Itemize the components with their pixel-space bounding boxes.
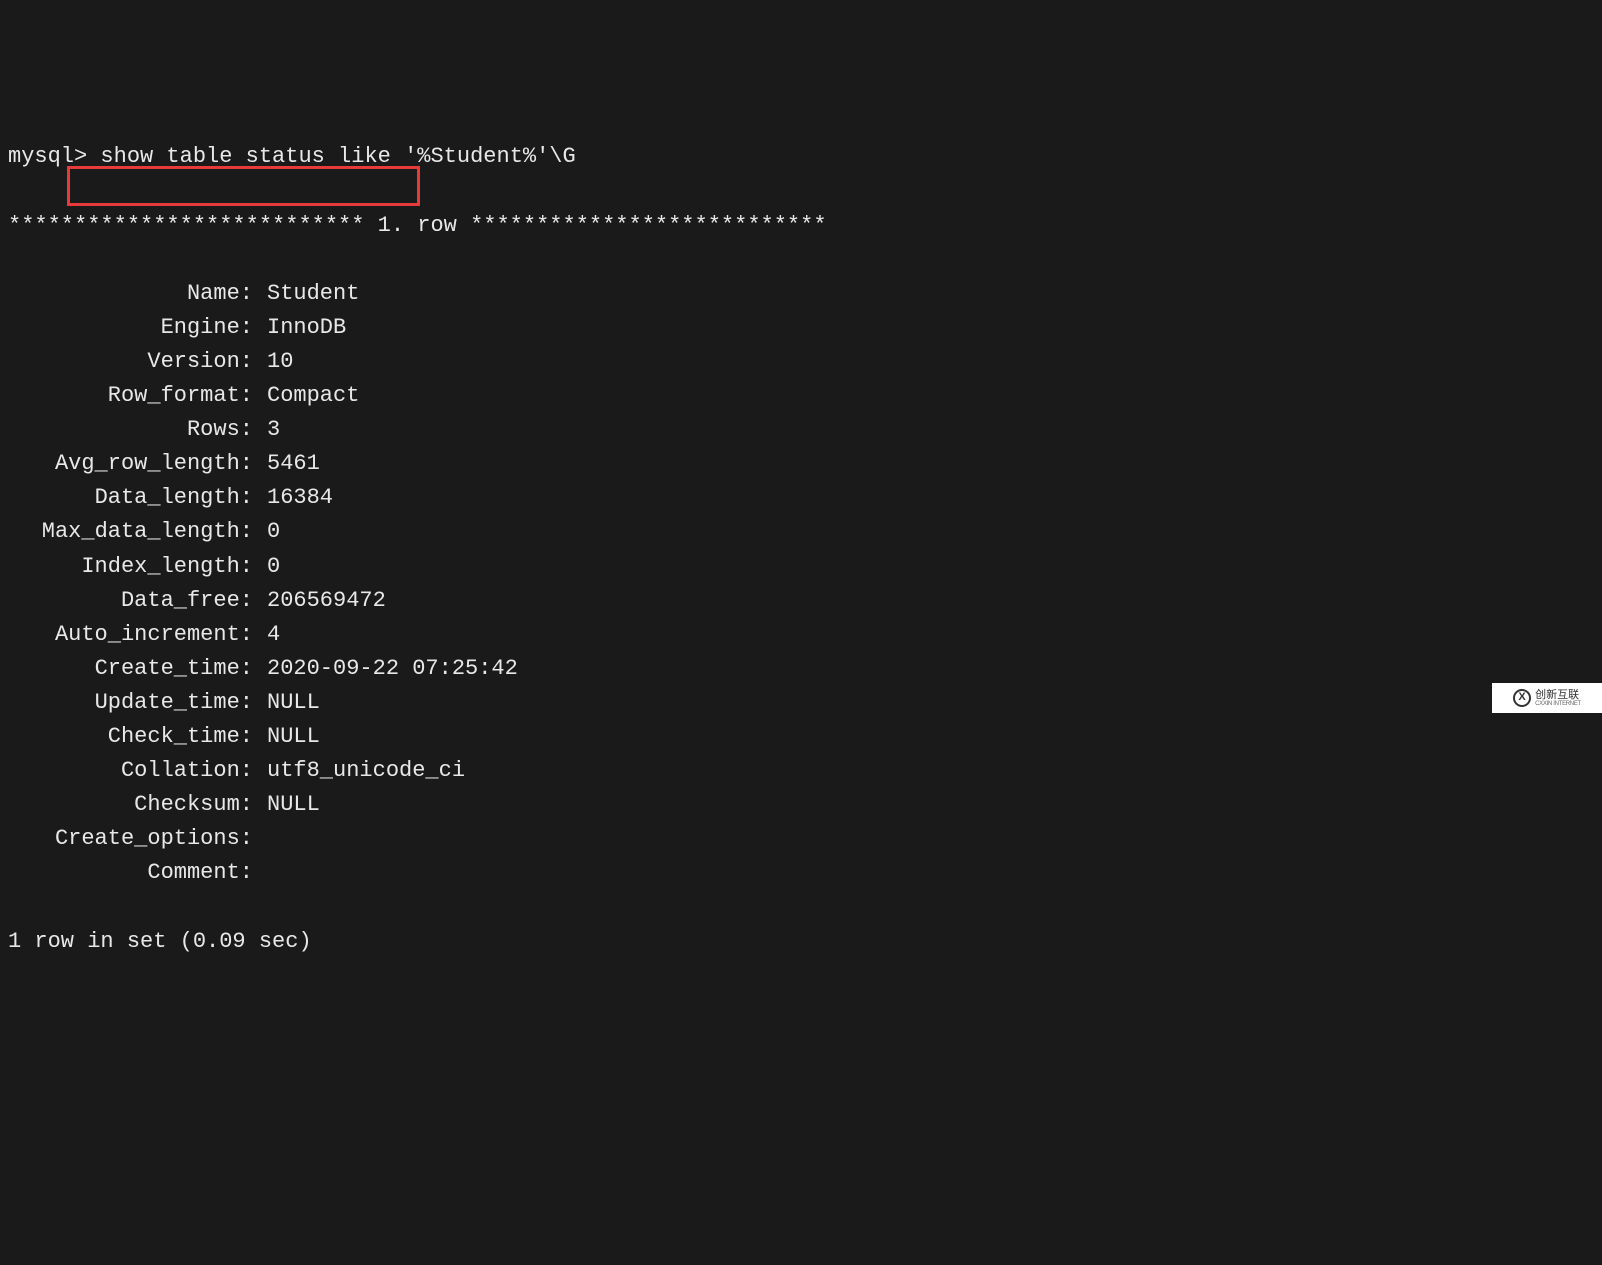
field-row: Auto_increment:4 — [8, 618, 1594, 652]
field-label: Name: — [8, 277, 253, 311]
field-row: Index_length:0 — [8, 550, 1594, 584]
field-row: Engine:InnoDB — [8, 311, 1594, 345]
field-value: 16384 — [253, 481, 333, 515]
field-row: Create_options: — [8, 822, 1594, 856]
field-row: Max_data_length:0 — [8, 515, 1594, 549]
field-row: Data_free:206569472 — [8, 584, 1594, 618]
watermark-main: 创新互联 — [1535, 690, 1581, 701]
field-row: Rows:3 — [8, 413, 1594, 447]
field-label: Auto_increment: — [8, 618, 253, 652]
field-row: Update_time:NULL — [8, 686, 1594, 720]
mysql-prompt: mysql> — [8, 144, 100, 169]
field-value: 3 — [253, 413, 280, 447]
command-text: show table status like '%Student%'\G — [100, 144, 575, 169]
field-label: Version: — [8, 345, 253, 379]
field-label: Engine: — [8, 311, 253, 345]
fields-container: Name:StudentEngine:InnoDBVersion:10Row_f… — [8, 277, 1594, 891]
field-label: Checksum: — [8, 788, 253, 822]
field-value: 206569472 — [253, 584, 386, 618]
field-value — [253, 822, 267, 856]
field-label: Index_length: — [8, 550, 253, 584]
field-label: Rows: — [8, 413, 253, 447]
field-row: Create_time:2020-09-22 07:25:42 — [8, 652, 1594, 686]
field-label: Comment: — [8, 856, 253, 890]
field-value — [253, 856, 267, 890]
field-label: Collation: — [8, 754, 253, 788]
field-value: 4 — [253, 618, 280, 652]
field-label: Row_format: — [8, 379, 253, 413]
watermark-icon: X — [1513, 689, 1531, 707]
field-row: Data_length:16384 — [8, 481, 1594, 515]
field-row: Collation:utf8_unicode_ci — [8, 754, 1594, 788]
field-row: Name:Student — [8, 277, 1594, 311]
field-value: Student — [253, 277, 359, 311]
field-label: Create_options: — [8, 822, 253, 856]
field-label: Data_free: — [8, 584, 253, 618]
field-value: 5461 — [253, 447, 320, 481]
watermark-text: 创新互联 CXXIN INTERNET — [1535, 690, 1581, 707]
field-value: utf8_unicode_ci — [253, 754, 465, 788]
field-value: 0 — [253, 550, 280, 584]
field-value: NULL — [253, 720, 320, 754]
field-label: Update_time: — [8, 686, 253, 720]
field-label: Data_length: — [8, 481, 253, 515]
field-row: Version:10 — [8, 345, 1594, 379]
field-value: Compact — [253, 379, 359, 413]
field-label: Check_time: — [8, 720, 253, 754]
field-value: 2020-09-22 07:25:42 — [253, 652, 518, 686]
field-value: 10 — [253, 345, 293, 379]
field-row: Comment: — [8, 856, 1594, 890]
field-value: 0 — [253, 515, 280, 549]
watermark-logo: X 创新互联 CXXIN INTERNET — [1492, 683, 1602, 713]
command-line: mysql> show table status like '%Student%… — [8, 140, 1594, 174]
field-row: Avg_row_length:5461 — [8, 447, 1594, 481]
field-value: InnoDB — [253, 311, 346, 345]
field-value: NULL — [253, 788, 320, 822]
watermark-sub: CXXIN INTERNET — [1535, 701, 1581, 707]
footer-line: 1 row in set (0.09 sec) — [8, 925, 1594, 959]
field-row: Checksum:NULL — [8, 788, 1594, 822]
field-value: NULL — [253, 686, 320, 720]
field-label: Max_data_length: — [8, 515, 253, 549]
field-row: Row_format:Compact — [8, 379, 1594, 413]
field-row: Check_time:NULL — [8, 720, 1594, 754]
row-header: *************************** 1. row *****… — [8, 209, 1594, 243]
field-label: Avg_row_length: — [8, 447, 253, 481]
field-label: Create_time: — [8, 652, 253, 686]
